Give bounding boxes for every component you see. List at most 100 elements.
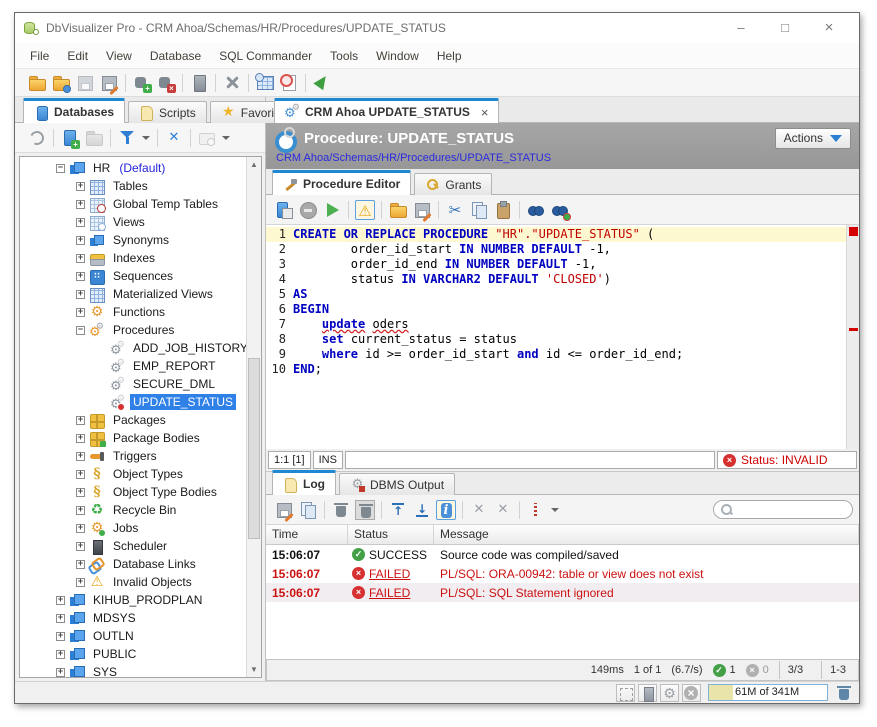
monitor-icon[interactable] — [255, 73, 275, 93]
preferences-icon[interactable] — [660, 684, 679, 702]
tree-expander-icon[interactable]: + — [76, 506, 85, 515]
tree-expander-icon[interactable]: + — [56, 614, 65, 623]
menu-item-file[interactable]: File — [21, 44, 58, 68]
tree-expander-icon[interactable]: + — [56, 596, 65, 605]
code-line-10[interactable]: 10END; — [266, 362, 846, 377]
collapse-icon[interactable] — [493, 500, 513, 520]
tree-expander-icon[interactable]: + — [76, 200, 85, 209]
tree-expander-icon[interactable]: + — [56, 632, 65, 641]
tree-item-kihub-prodplan[interactable]: +KIHUB_PRODPLAN — [20, 591, 246, 609]
server-icon[interactable] — [189, 73, 209, 93]
tree-item-object-type-bodies[interactable]: +Object Type Bodies — [20, 483, 246, 501]
tree-item-emp-report[interactable]: EMP_REPORT — [20, 357, 246, 375]
code-line-6[interactable]: 6BEGIN — [266, 302, 846, 317]
copy-icon[interactable] — [469, 200, 489, 220]
code-line-9[interactable]: 9 where id >= order_id_start and id <= o… — [266, 347, 846, 362]
open-folder-settings-icon[interactable] — [51, 73, 71, 93]
tree-item-invalid-objects[interactable]: +Invalid Objects — [20, 573, 246, 591]
tree-item-public[interactable]: +PUBLIC — [20, 645, 246, 663]
tree-expander-icon[interactable]: + — [76, 452, 85, 461]
menu-item-window[interactable]: Window — [367, 44, 428, 68]
find-replace-icon[interactable] — [550, 200, 570, 220]
menu-item-database[interactable]: Database — [141, 44, 210, 68]
tab-log[interactable]: Log — [272, 470, 336, 495]
stop-icon[interactable] — [298, 200, 318, 220]
collapse-all-icon[interactable] — [164, 128, 184, 148]
scroll-bottom-icon[interactable] — [412, 500, 432, 520]
tree-item-scheduler[interactable]: +Scheduler — [20, 537, 246, 555]
follow-toggle-icon[interactable] — [436, 500, 456, 520]
tree-expander-icon[interactable]: − — [76, 326, 85, 335]
export-icon[interactable] — [274, 500, 294, 520]
tree-item-jobs[interactable]: +Jobs — [20, 519, 246, 537]
tree-item-synonyms[interactable]: +Synonyms — [20, 231, 246, 249]
save-as-icon[interactable] — [99, 73, 119, 93]
code-line-3[interactable]: 3 order_id_end IN NUMBER DEFAULT -1, — [266, 257, 846, 272]
tab-scripts[interactable]: Scripts — [128, 101, 207, 123]
menu-item-view[interactable]: View — [97, 44, 141, 68]
create-folder-icon[interactable] — [84, 128, 104, 148]
disconnect-icon[interactable] — [156, 73, 176, 93]
search-input[interactable] — [736, 504, 846, 516]
menu-item-sql-commander[interactable]: SQL Commander — [210, 44, 321, 68]
find-icon[interactable] — [526, 200, 546, 220]
code-line-8[interactable]: 8 set current_status = status — [266, 332, 846, 347]
tree-expander-icon[interactable]: + — [76, 254, 85, 263]
tree-item-outln[interactable]: +OUTLN — [20, 627, 246, 645]
refresh-icon[interactable] — [27, 128, 47, 148]
code-line-1[interactable]: 1CREATE OR REPLACE PROCEDURE "HR"."UPDAT… — [266, 227, 846, 242]
driver-icon[interactable] — [312, 73, 332, 93]
tree-item-sys[interactable]: +SYS — [20, 663, 246, 677]
tree-expander-icon[interactable]: + — [56, 650, 65, 659]
tree-expander-icon[interactable]: + — [56, 668, 65, 677]
tab-close-icon[interactable]: × — [481, 105, 489, 120]
tree-item-sequences[interactable]: +Sequences — [20, 267, 246, 285]
log-row[interactable]: 15:06:07✓SUCCESSSource code was compiled… — [266, 545, 859, 564]
close-button[interactable]: × — [807, 14, 851, 42]
dropdown-caret[interactable] — [550, 500, 560, 520]
scroll-down-icon[interactable]: ▼ — [247, 662, 261, 677]
open-folder-icon[interactable] — [27, 73, 47, 93]
column-message[interactable]: Message — [434, 525, 859, 544]
tree-item-object-types[interactable]: +Object Types — [20, 465, 246, 483]
column-status[interactable]: Status — [348, 525, 434, 544]
tree-expander-icon[interactable]: + — [76, 542, 85, 551]
maximize-button[interactable]: □ — [763, 14, 807, 42]
schedule-icon[interactable] — [279, 73, 299, 93]
minimize-button[interactable]: – — [719, 14, 763, 42]
column-time[interactable]: Time — [266, 525, 348, 544]
tree-item-tables[interactable]: +Tables — [20, 177, 246, 195]
tree-item-secure-dml[interactable]: SECURE_DML — [20, 375, 246, 393]
tree-item-indexes[interactable]: +Indexes — [20, 249, 246, 267]
save-procedure-icon[interactable] — [274, 200, 294, 220]
tree-item-procedures[interactable]: −Procedures — [20, 321, 246, 339]
tab-databases[interactable]: Databases — [23, 98, 125, 123]
tools-icon[interactable] — [222, 73, 242, 93]
error-marker-line7[interactable] — [849, 328, 858, 331]
tab-dbms-output[interactable]: DBMS Output — [339, 473, 455, 495]
copy-icon[interactable] — [298, 500, 318, 520]
object-tab[interactable]: CRM Ahoa UPDATE_STATUS × — [274, 98, 499, 123]
code-line-4[interactable]: 4 status IN VARCHAR2 DEFAULT 'CLOSED') — [266, 272, 846, 287]
scroll-up-icon[interactable]: ▲ — [247, 157, 261, 172]
tree-expander-icon[interactable]: + — [76, 434, 85, 443]
tree-item-global-temp-tables[interactable]: +Global Temp Tables — [20, 195, 246, 213]
tree-item-triggers[interactable]: +Triggers — [20, 447, 246, 465]
code-line-7[interactable]: 7 update oders — [266, 317, 846, 332]
tree-expander-icon[interactable]: + — [76, 272, 85, 281]
tree-expander-icon[interactable]: + — [76, 218, 85, 227]
save-icon[interactable] — [75, 73, 95, 93]
column-control-icon[interactable] — [526, 500, 546, 520]
tab-grants[interactable]: Grants — [414, 173, 492, 195]
alerts-toggle-icon[interactable] — [355, 200, 375, 220]
dropdown-caret[interactable] — [141, 128, 151, 148]
tree-expander-icon[interactable]: + — [76, 236, 85, 245]
tree-expander-icon[interactable]: + — [76, 308, 85, 317]
tree-item-functions[interactable]: +Functions — [20, 303, 246, 321]
connect-icon[interactable] — [132, 73, 152, 93]
log-search[interactable] — [713, 500, 853, 519]
expand-icon[interactable] — [469, 500, 489, 520]
tree-item-hr[interactable]: −HR(Default) — [20, 159, 246, 177]
error-marker-top[interactable] — [849, 227, 858, 236]
clear-all-icon[interactable] — [355, 500, 375, 520]
